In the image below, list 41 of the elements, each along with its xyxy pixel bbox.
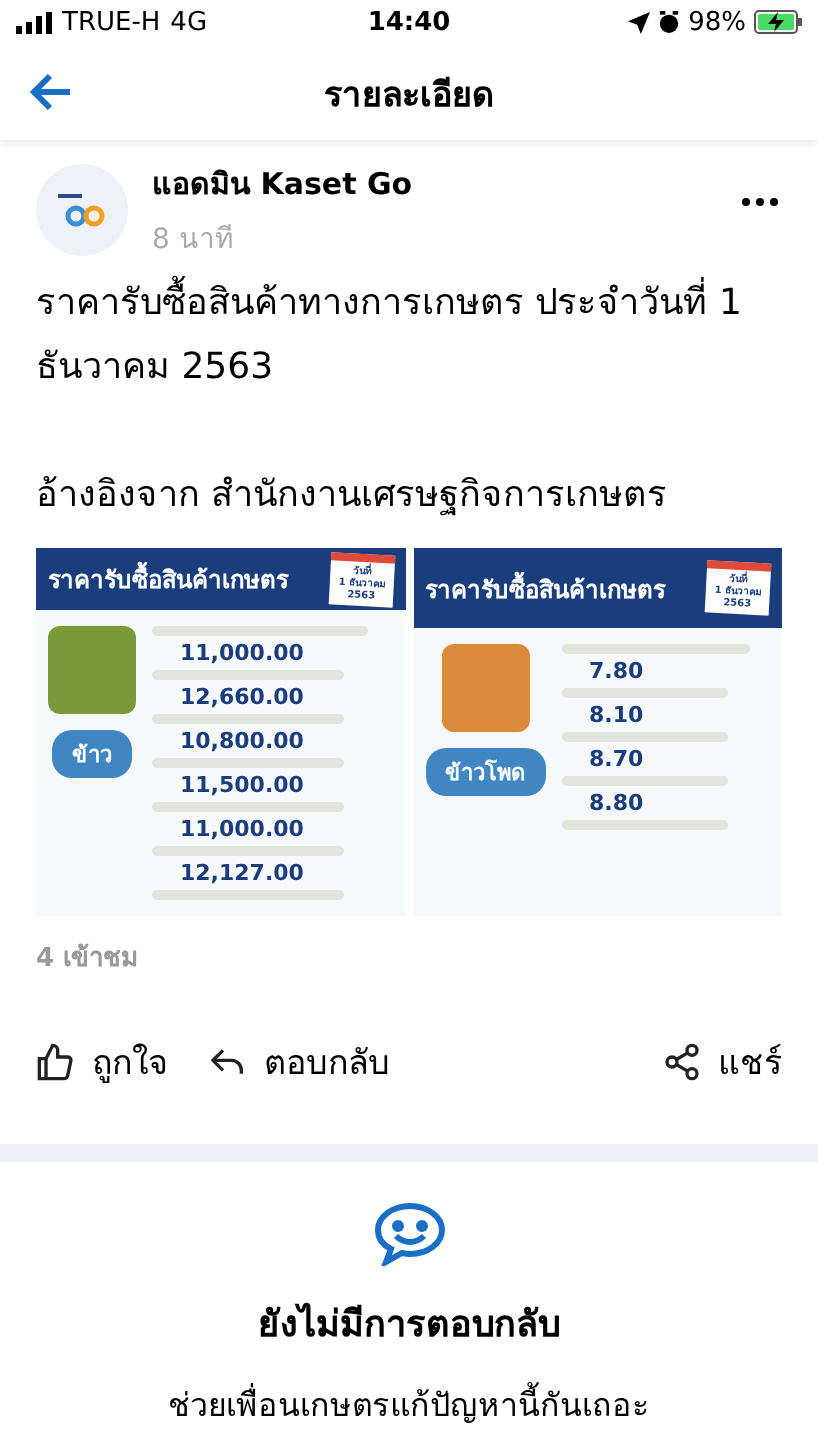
clock-time: 14:40 <box>367 7 451 37</box>
crop-photo-placeholder <box>48 626 136 714</box>
smiley-chat-icon <box>373 1202 445 1266</box>
reply-button[interactable]: ตอบกลับ <box>208 1034 390 1088</box>
network-type: 4G <box>170 7 208 37</box>
battery-percent: 98% <box>688 7 747 37</box>
infographic-title: ราคารับซื้อสินค้าเกษตร <box>425 569 665 607</box>
share-icon <box>662 1041 702 1081</box>
crop-label: ข้าวโพด <box>425 748 545 796</box>
price-value: 12,127.00 <box>178 862 306 884</box>
signal-icon <box>16 11 52 33</box>
view-count: 4 เข้าชม <box>34 941 142 978</box>
price-value: 12,660.00 <box>178 686 306 708</box>
price-value: 11,000.00 <box>178 642 306 664</box>
price-value: 7.80 <box>587 660 646 682</box>
post-time: 8 นาที <box>152 222 235 260</box>
price-value: 11,500.00 <box>178 774 306 796</box>
logo-icon <box>54 188 110 232</box>
post-text: ราคารับซื้อสินค้าทางการเกษตร ประจำวันที่ 1 ธันวาคม 2563 <box>36 272 782 400</box>
page-title: รายละเอียด <box>322 73 496 119</box>
price-value: 8.10 <box>587 704 646 726</box>
empty-state-title: ยังไม่มีการตอบกลับ <box>258 1300 560 1350</box>
location-arrow-icon <box>628 11 651 33</box>
empty-state-subtitle: ช่วยเพื่อนเกษตรแก้ปัญหานี้กันเถอะ <box>168 1380 650 1428</box>
crop-label: ข้าว <box>52 730 132 778</box>
infographic-title: ราคารับซื้อสินค้าเกษตร <box>48 560 288 598</box>
crop-photo-placeholder <box>441 644 529 732</box>
carrier-name: TRUE-H <box>62 7 161 37</box>
alarm-clock-icon <box>658 10 681 34</box>
thumbs-up-icon <box>36 1041 76 1081</box>
price-value: 11,000.00 <box>178 818 306 840</box>
battery-charging-icon <box>754 10 803 34</box>
author-name[interactable]: แอดมิน Kaset Go <box>152 160 413 208</box>
price-value: 8.70 <box>587 748 646 770</box>
price-value: 10,800.00 <box>178 730 306 752</box>
share-button[interactable]: แชร์ <box>662 1034 782 1088</box>
more-dots-icon <box>742 198 778 206</box>
back-arrow-icon <box>28 72 72 112</box>
price-value: 8.80 <box>587 792 646 814</box>
like-button[interactable]: ถูกใจ <box>36 1034 168 1088</box>
reference-text: อ้างอิงจาก สำนักงานเศรษฐกิจการเกษตร <box>36 472 670 520</box>
